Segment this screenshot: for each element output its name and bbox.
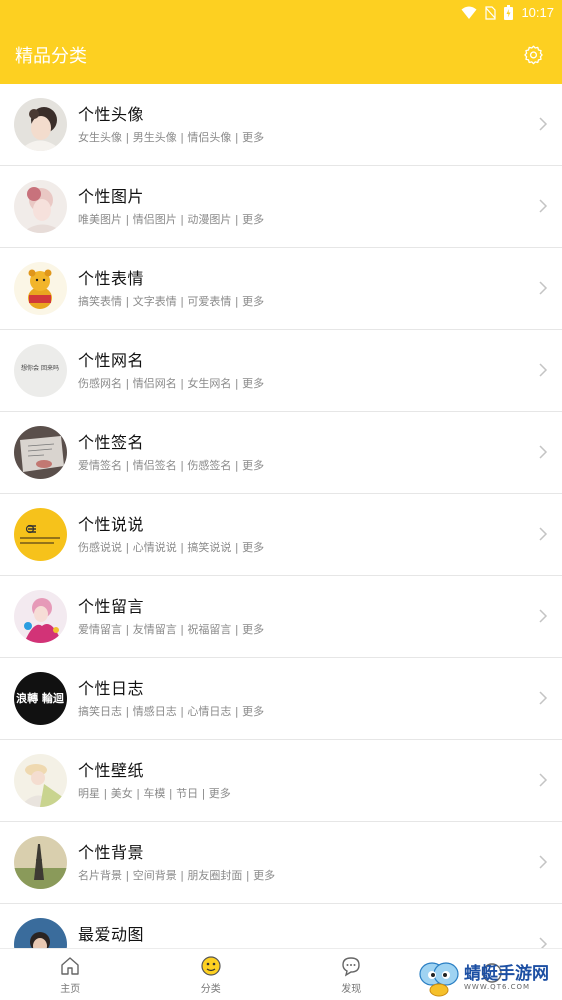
chevron-right-icon bbox=[538, 281, 548, 295]
tab-category[interactable]: 分类 bbox=[141, 949, 282, 1000]
category-row-background[interactable]: 个性背景 名片背景 | 空间背景 | 朋友圈封面 | 更多 bbox=[0, 822, 562, 904]
category-row-avatar[interactable]: 个性头像 女生头像 | 男生头像 | 情侣头像 | 更多 bbox=[0, 84, 562, 166]
chevron-right-icon bbox=[538, 117, 548, 131]
category-thumbnail: 浪轉 輪迴 bbox=[14, 672, 67, 725]
category-subtitle: 女生头像 | 男生头像 | 情侣头像 | 更多 bbox=[78, 129, 264, 145]
category-thumbnail bbox=[14, 426, 67, 479]
tab-label: 主页 bbox=[60, 980, 80, 995]
chevron-right-icon bbox=[538, 199, 548, 213]
tab-home[interactable]: 主页 bbox=[0, 949, 141, 1000]
thumbnail-handwriting: 想你会 回来吗 bbox=[21, 364, 59, 372]
status-bar: 10:17 bbox=[0, 0, 562, 25]
category-subtitle: 伤感网名 | 情侣网名 | 女生网名 | 更多 bbox=[78, 375, 264, 391]
category-title: 个性签名 bbox=[78, 429, 144, 453]
chevron-right-icon bbox=[538, 691, 548, 705]
tab-label: 发现 bbox=[341, 980, 361, 995]
watermark-url: WWW.QT6.COM bbox=[464, 983, 549, 991]
category-row-message[interactable]: 个性留言 爱情留言 | 友情留言 | 祝福留言 | 更多 bbox=[0, 576, 562, 658]
tab-discover[interactable]: 发现 bbox=[281, 949, 422, 1000]
battery-charging-icon bbox=[504, 5, 513, 20]
category-icon bbox=[200, 955, 222, 977]
home-icon bbox=[59, 955, 81, 977]
category-title: 个性图片 bbox=[78, 183, 144, 207]
category-subtitle: 唯美图片 | 情侣图片 | 动漫图片 | 更多 bbox=[78, 211, 264, 227]
category-thumbnail bbox=[14, 836, 67, 889]
category-title: 个性表情 bbox=[78, 265, 144, 289]
category-thumbnail bbox=[14, 180, 67, 233]
category-title: 个性网名 bbox=[78, 347, 144, 371]
wifi-icon bbox=[461, 6, 477, 19]
no-sim-icon bbox=[485, 6, 496, 20]
category-row-shuoshuo[interactable]: 个性说说 伤感说说 | 心情说说 | 搞笑说说 | 更多 bbox=[0, 494, 562, 576]
category-row-wallpaper[interactable]: 个性壁纸 明星 | 美女 | 车模 | 节日 | 更多 bbox=[0, 740, 562, 822]
category-list: 个性头像 女生头像 | 男生头像 | 情侣头像 | 更多 个性图片 唯美图片 |… bbox=[0, 84, 562, 948]
tab-label: 分类 bbox=[201, 980, 221, 995]
category-thumbnail bbox=[14, 262, 67, 315]
page-title: 精品分类 bbox=[15, 42, 521, 68]
category-subtitle: 伤感说说 | 心情说说 | 搞笑说说 | 更多 bbox=[78, 539, 264, 555]
category-thumbnail bbox=[14, 754, 67, 807]
category-row-gif[interactable]: 最爱动图 bbox=[0, 904, 562, 948]
category-thumbnail: 想你会 回来吗 bbox=[14, 344, 67, 397]
category-title: 个性背景 bbox=[78, 839, 144, 863]
settings-button[interactable] bbox=[521, 43, 545, 67]
category-title: 个性留言 bbox=[78, 593, 144, 617]
category-subtitle: 爱情签名 | 情侣签名 | 伤感签名 | 更多 bbox=[78, 457, 264, 473]
category-title: 个性说说 bbox=[78, 511, 144, 535]
chevron-right-icon bbox=[538, 445, 548, 459]
category-thumbnail bbox=[14, 590, 67, 643]
category-subtitle: 明星 | 美女 | 车模 | 节日 | 更多 bbox=[78, 785, 231, 801]
chevron-right-icon bbox=[538, 527, 548, 541]
category-row-picture[interactable]: 个性图片 唯美图片 | 情侣图片 | 动漫图片 | 更多 bbox=[0, 166, 562, 248]
category-thumbnail bbox=[14, 508, 67, 561]
category-subtitle: 名片背景 | 空间背景 | 朋友圈封面 | 更多 bbox=[78, 867, 275, 883]
status-time: 10:17 bbox=[521, 5, 554, 20]
category-subtitle: 搞笑表情 | 文字表情 | 可爱表情 | 更多 bbox=[78, 293, 264, 309]
site-watermark: 蜻蜓手游网 WWW.QT6.COM bbox=[418, 958, 562, 999]
app-bar: 精品分类 bbox=[0, 25, 562, 84]
chat-bubble-icon bbox=[340, 955, 362, 977]
chevron-right-icon bbox=[538, 773, 548, 787]
category-title: 个性日志 bbox=[78, 675, 144, 699]
category-thumbnail bbox=[14, 918, 67, 948]
category-thumbnail bbox=[14, 98, 67, 151]
thumbnail-calligraphy: 浪轉 輪迴 bbox=[16, 691, 65, 705]
category-row-nickname[interactable]: 想你会 回来吗 个性网名 伤感网名 | 情侣网名 | 女生网名 | 更多 bbox=[0, 330, 562, 412]
category-row-signature[interactable]: 个性签名 爱情签名 | 情侣签名 | 伤感签名 | 更多 bbox=[0, 412, 562, 494]
dragonfly-logo bbox=[418, 960, 460, 998]
chevron-right-icon bbox=[538, 363, 548, 377]
category-row-diary[interactable]: 浪轉 輪迴 个性日志 搞笑日志 | 情感日志 | 心情日志 | 更多 bbox=[0, 658, 562, 740]
category-title: 个性壁纸 bbox=[78, 757, 144, 781]
gear-icon bbox=[523, 44, 544, 65]
category-title: 最爱动图 bbox=[78, 921, 144, 945]
category-subtitle: 搞笑日志 | 情感日志 | 心情日志 | 更多 bbox=[78, 703, 264, 719]
chevron-right-icon bbox=[538, 609, 548, 623]
chevron-right-icon bbox=[538, 855, 548, 869]
category-title: 个性头像 bbox=[78, 101, 144, 125]
watermark-brand: 蜻蜓手游网 bbox=[464, 966, 549, 983]
category-subtitle: 爱情留言 | 友情留言 | 祝福留言 | 更多 bbox=[78, 621, 264, 637]
chevron-right-icon bbox=[538, 937, 548, 948]
category-row-sticker[interactable]: 个性表情 搞笑表情 | 文字表情 | 可爱表情 | 更多 bbox=[0, 248, 562, 330]
